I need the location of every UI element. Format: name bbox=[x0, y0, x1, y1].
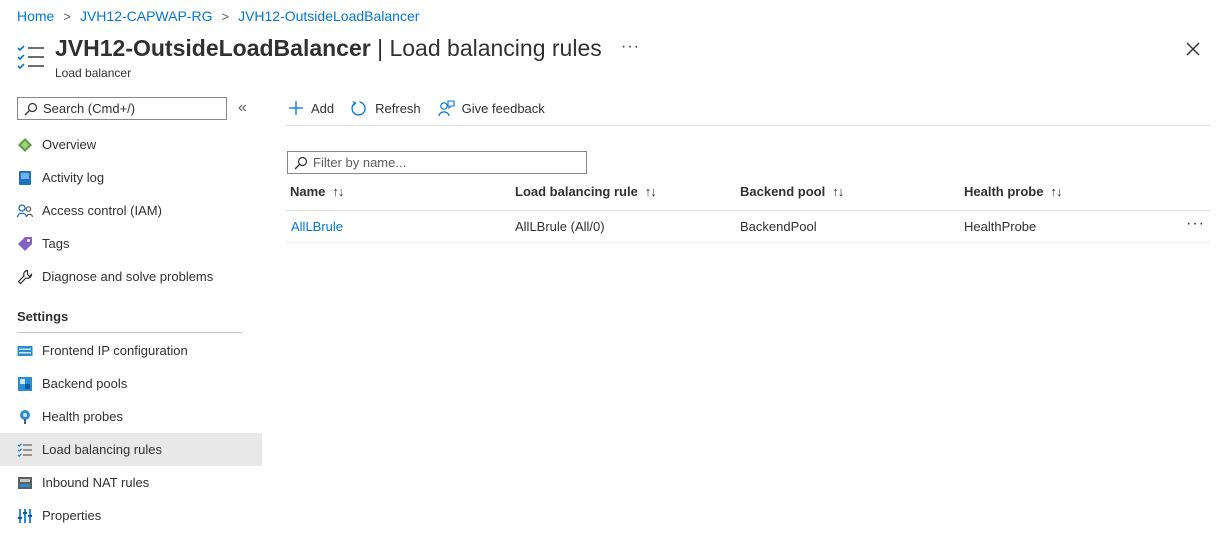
filter-by-name-input[interactable]: Filter by name... bbox=[287, 151, 587, 174]
sidebar-item-label: Health probes bbox=[42, 409, 123, 424]
page-name: | Load balancing rules bbox=[377, 35, 602, 61]
sidebar-item-activity-log[interactable]: Activity log bbox=[0, 161, 262, 194]
sidebar-item-properties[interactable]: Properties bbox=[0, 499, 262, 532]
page-title: JVH12-OutsideLoadBalancer | Load balanci… bbox=[55, 35, 602, 62]
column-header-health-probe[interactable]: Health probe ↑↓ bbox=[964, 184, 1062, 199]
close-icon[interactable] bbox=[1183, 39, 1203, 59]
give-feedback-button[interactable]: Give feedback bbox=[438, 99, 545, 117]
sidebar-item-lb-rules[interactable]: Load balancing rules bbox=[0, 433, 262, 466]
sidebar-search-input[interactable]: Search (Cmd+/) bbox=[17, 97, 227, 120]
add-button[interactable]: Add bbox=[288, 100, 334, 116]
chevron-right-icon: > bbox=[221, 8, 230, 24]
sidebar-item-label: Diagnose and solve problems bbox=[42, 269, 214, 284]
sidebar-item-label: Load balancing rules bbox=[42, 442, 162, 457]
backend-pools-icon bbox=[17, 376, 33, 392]
frontend-ip-icon bbox=[17, 343, 33, 359]
column-header-backend-pool[interactable]: Backend pool ↑↓ bbox=[740, 184, 844, 199]
command-bar: Add Refresh Give feedback bbox=[288, 96, 562, 120]
sidebar-item-label: Access control (IAM) bbox=[42, 203, 162, 218]
feedback-icon bbox=[438, 99, 455, 116]
breadcrumb-home[interactable]: Home bbox=[17, 8, 54, 24]
rule-name-link[interactable]: AllLBrule bbox=[291, 219, 343, 234]
column-label: Backend pool bbox=[740, 184, 826, 199]
settings-divider bbox=[17, 332, 242, 333]
sidebar-item-health-probes[interactable]: Health probes bbox=[0, 400, 262, 433]
command-bar-divider bbox=[286, 125, 1210, 126]
sort-icon[interactable]: ↑↓ bbox=[645, 184, 657, 199]
sidebar-item-label: Activity log bbox=[42, 170, 105, 185]
column-label: Health probe bbox=[964, 184, 1044, 199]
health-probe-cell: HealthProbe bbox=[964, 219, 1037, 234]
add-label: Add bbox=[311, 100, 335, 116]
sidebar-item-label: Tags bbox=[42, 236, 70, 251]
sidebar-item-inbound-nat[interactable]: Inbound NAT rules bbox=[0, 466, 262, 499]
more-options-button[interactable]: ··· bbox=[621, 38, 640, 56]
sidebar-item-label: Backend pools bbox=[42, 376, 128, 391]
page-subtitle: Load balancer bbox=[55, 66, 132, 80]
backend-pool-cell: BackendPool bbox=[740, 219, 817, 234]
sort-icon[interactable]: ↑↓ bbox=[1050, 184, 1062, 199]
column-header-rule[interactable]: Load balancing rule ↑↓ bbox=[515, 184, 657, 199]
feedback-label: Give feedback bbox=[461, 100, 545, 116]
breadcrumb-load-balancer[interactable]: JVH12-OutsideLoadBalancer bbox=[238, 8, 419, 24]
sort-icon[interactable]: ↑↓ bbox=[332, 184, 344, 199]
activity-log-icon bbox=[17, 170, 33, 186]
sidebar-item-access-control[interactable]: Access control (IAM) bbox=[0, 194, 262, 227]
sidebar-item-diagnose[interactable]: Diagnose and solve problems bbox=[0, 260, 262, 293]
sidebar-item-label: Inbound NAT rules bbox=[42, 475, 150, 490]
refresh-label: Refresh bbox=[375, 100, 421, 116]
sidebar-item-tags[interactable]: Tags bbox=[0, 227, 262, 260]
settings-section-header: Settings bbox=[17, 309, 69, 324]
overview-icon bbox=[17, 137, 33, 153]
tag-icon bbox=[17, 236, 33, 252]
plus-icon bbox=[289, 101, 303, 115]
row-more-options-button[interactable]: ··· bbox=[1186, 215, 1205, 233]
collapse-sidebar-button[interactable]: « bbox=[238, 99, 247, 117]
iam-icon bbox=[17, 203, 33, 219]
column-label: Load balancing rule bbox=[515, 184, 638, 199]
breadcrumb: Home > JVH12-CAPWAP-RG > JVH12-OutsideLo… bbox=[17, 8, 419, 24]
refresh-icon bbox=[351, 100, 366, 116]
resource-name: JVH12-OutsideLoadBalancer bbox=[55, 35, 371, 61]
lb-rules-icon bbox=[17, 442, 33, 458]
sort-icon[interactable]: ↑↓ bbox=[832, 184, 844, 199]
health-probe-icon bbox=[17, 409, 33, 425]
rule-cell: AllLBrule (All/0) bbox=[515, 219, 605, 234]
breadcrumb-resource-group[interactable]: JVH12-CAPWAP-RG bbox=[80, 8, 213, 24]
filter-placeholder: Filter by name... bbox=[313, 155, 407, 170]
sidebar-item-overview[interactable]: Overview bbox=[0, 128, 262, 161]
wrench-icon bbox=[17, 269, 33, 285]
sidebar-item-label: Frontend IP configuration bbox=[42, 343, 188, 358]
search-placeholder: Search (Cmd+/) bbox=[43, 101, 136, 116]
sidebar-item-backend-pools[interactable]: Backend pools bbox=[0, 367, 262, 400]
search-icon bbox=[294, 156, 308, 169]
search-icon bbox=[24, 102, 38, 115]
sidebar-item-label: Overview bbox=[42, 137, 97, 152]
column-header-name[interactable]: Name ↑↓ bbox=[290, 184, 344, 199]
table-header-divider bbox=[286, 210, 1210, 211]
sidebar-item-label: Properties bbox=[42, 508, 102, 523]
column-label: Name bbox=[290, 184, 326, 199]
sidebar-item-frontend-ip[interactable]: Frontend IP configuration bbox=[0, 334, 262, 367]
refresh-button[interactable]: Refresh bbox=[351, 100, 421, 117]
lb-rules-icon bbox=[17, 45, 44, 70]
chevron-right-icon: > bbox=[63, 8, 71, 24]
table-row-divider bbox=[286, 242, 1210, 243]
nat-rules-icon bbox=[17, 475, 33, 491]
properties-icon bbox=[17, 508, 33, 524]
